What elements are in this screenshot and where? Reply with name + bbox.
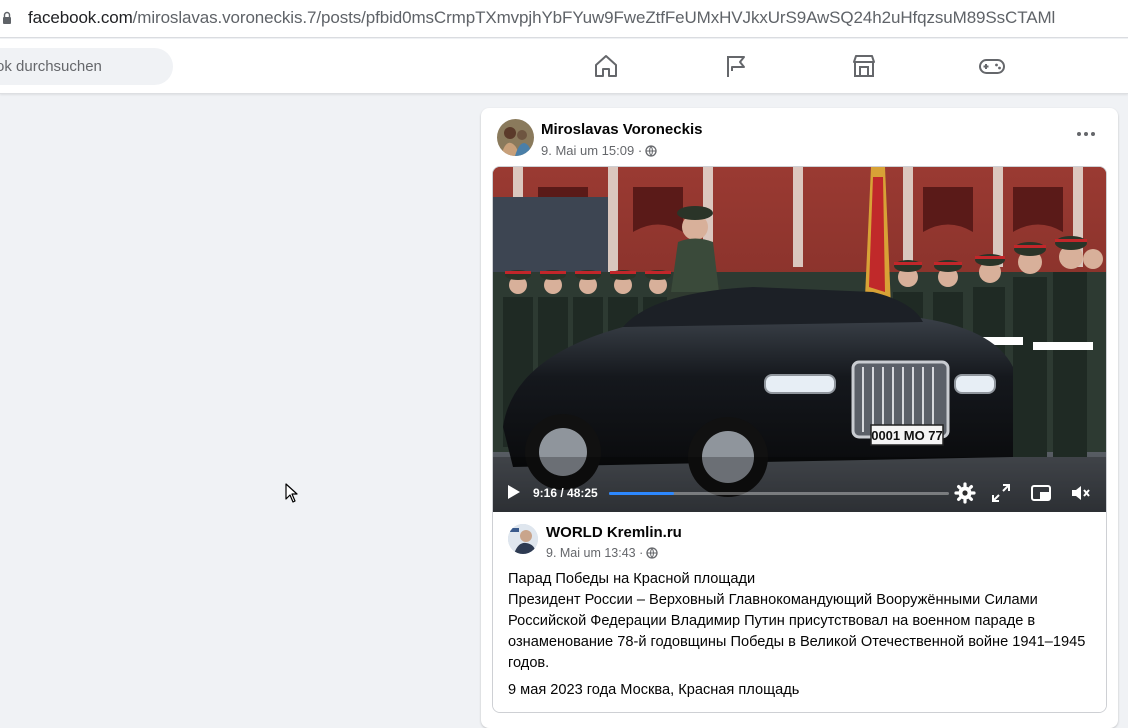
settings-gear-icon[interactable] xyxy=(954,482,976,504)
source-body: Президент России – Верховный Главнокоман… xyxy=(508,592,1086,671)
shared-post: 0001 МО 77 9:16 / 48:25 WORLD Kremlin.ru… xyxy=(492,166,1107,713)
globe-icon xyxy=(646,547,658,559)
home-icon xyxy=(595,55,617,77)
source-timestamp[interactable]: 9. Mai um 13:43 · xyxy=(546,546,643,560)
avatar[interactable] xyxy=(508,524,538,554)
post-card: Miroslavas Voroneckis 9. Mai um 15:09 · xyxy=(481,108,1118,728)
video-frame: 0001 МО 77 xyxy=(493,167,1106,512)
license-plate: 0001 МО 77 xyxy=(871,428,943,443)
source-profile-photo xyxy=(508,524,538,554)
mouse-cursor-icon xyxy=(285,483,298,503)
source-place: 9 мая 2023 года Москва, Красная площадь xyxy=(508,682,800,698)
video-progress-fill xyxy=(609,492,674,495)
more-dot xyxy=(1091,132,1095,136)
nav-gaming[interactable] xyxy=(977,51,1007,81)
url-path: /miroslavas.voroneckis.7/posts/pfbid0msC… xyxy=(132,8,1056,27)
nav-home[interactable] xyxy=(591,51,621,81)
fullscreen-icon[interactable] xyxy=(990,482,1012,504)
more-options-button[interactable] xyxy=(1068,122,1104,146)
video-progress-bar[interactable] xyxy=(609,492,949,495)
search-input[interactable] xyxy=(0,48,173,85)
profile-photo xyxy=(497,119,534,156)
flag-icon xyxy=(727,56,745,77)
facebook-header xyxy=(0,39,1128,94)
picture-in-picture-icon[interactable] xyxy=(1030,482,1052,504)
url-domain: facebook.com xyxy=(28,8,133,27)
source-text: Парад Победы на Красной площади Президен… xyxy=(508,569,1096,674)
lock-icon xyxy=(3,11,11,24)
post-meta: 9. Mai um 15:09 · xyxy=(541,143,657,158)
source-author[interactable]: WORLD Kremlin.ru xyxy=(546,524,682,541)
more-dot xyxy=(1077,132,1081,136)
shared-source: WORLD Kremlin.ru 9. Mai um 13:43 · Парад… xyxy=(493,512,1106,712)
globe-icon xyxy=(645,144,657,157)
post-timestamp[interactable]: 9. Mai um 15:09 · xyxy=(541,143,642,158)
post-author[interactable]: Miroslavas Voroneckis xyxy=(541,121,702,138)
nav-marketplace[interactable] xyxy=(849,51,879,81)
gaming-icon xyxy=(979,59,1005,74)
browser-url-bar[interactable]: facebook.com/miroslavas.voroneckis.7/pos… xyxy=(0,0,1128,38)
video-time: 9:16 / 48:25 xyxy=(533,486,598,500)
mute-icon[interactable] xyxy=(1069,482,1091,504)
avatar[interactable] xyxy=(497,119,534,156)
nav-pages[interactable] xyxy=(721,51,751,81)
source-title: Парад Победы на Красной площади xyxy=(508,571,756,587)
source-meta: 9. Mai um 13:43 · xyxy=(546,546,658,560)
url-text[interactable]: facebook.com/miroslavas.voroneckis.7/pos… xyxy=(28,8,1055,28)
more-dot xyxy=(1084,132,1088,136)
search-box[interactable] xyxy=(0,48,173,85)
video-player[interactable]: 0001 МО 77 9:16 / 48:25 xyxy=(493,167,1106,512)
marketplace-icon xyxy=(853,55,875,77)
play-icon[interactable] xyxy=(507,484,521,500)
video-controls: 9:16 / 48:25 xyxy=(493,470,1106,512)
